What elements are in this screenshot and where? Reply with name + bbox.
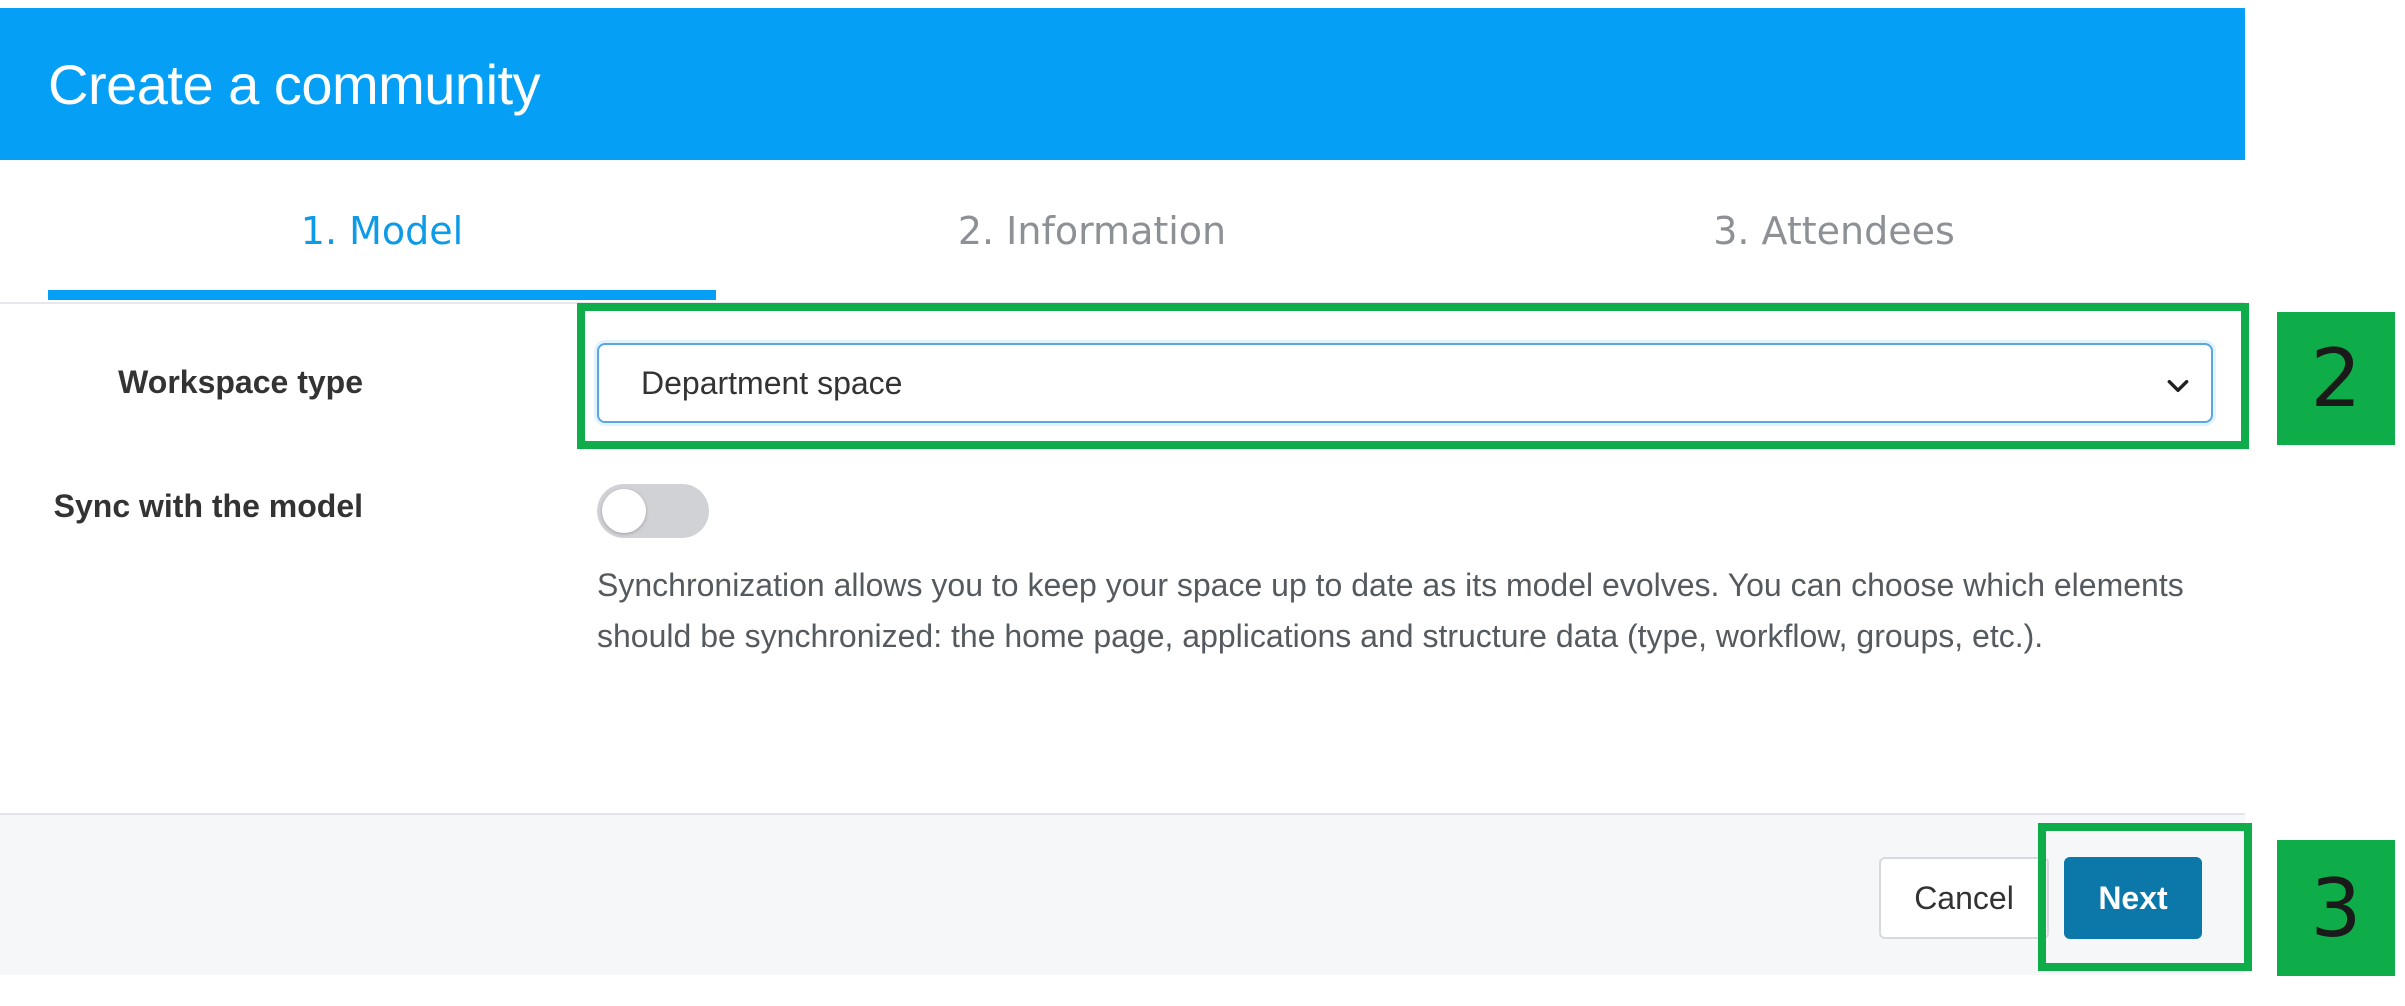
chevron-down-icon — [2167, 379, 2189, 393]
tab-information[interactable]: 2. Information — [758, 160, 1426, 302]
toggle-knob — [602, 489, 646, 533]
sync-with-model-toggle[interactable] — [597, 484, 709, 538]
sync-with-model-label: Sync with the model — [53, 488, 363, 524]
workspace-type-label: Workspace type — [118, 364, 363, 400]
wizard-tabs: 1. Model 2. Information 3. Attendees — [0, 160, 2245, 304]
modal-footer: Cancel Next — [0, 813, 2245, 975]
step-3-badge: 3 — [2277, 840, 2395, 976]
workspace-type-select[interactable]: Department space — [597, 343, 2213, 423]
sync-help-text: Synchronization allows you to keep your … — [597, 567, 2184, 654]
create-community-modal: Create a community 1. Model 2. Informati… — [0, 0, 2245, 975]
tab-attendees-label: 3. Attendees — [1713, 209, 1955, 253]
modal-header: Create a community — [0, 8, 2245, 160]
tab-model[interactable]: 1. Model — [48, 160, 716, 302]
modal-title: Create a community — [48, 53, 541, 116]
tab-information-label: 2. Information — [957, 209, 1227, 253]
tab-model-label: 1. Model — [300, 209, 464, 253]
workspace-type-selected-value: Department space — [641, 365, 903, 401]
active-tab-indicator — [48, 290, 716, 300]
step-2-badge: 2 — [2277, 312, 2395, 445]
screenshot-canvas: Create a community 1. Model 2. Informati… — [0, 0, 2405, 1006]
cancel-button[interactable]: Cancel — [1879, 857, 2049, 939]
next-button[interactable]: Next — [2064, 857, 2202, 939]
tab-attendees[interactable]: 3. Attendees — [1500, 160, 2168, 302]
